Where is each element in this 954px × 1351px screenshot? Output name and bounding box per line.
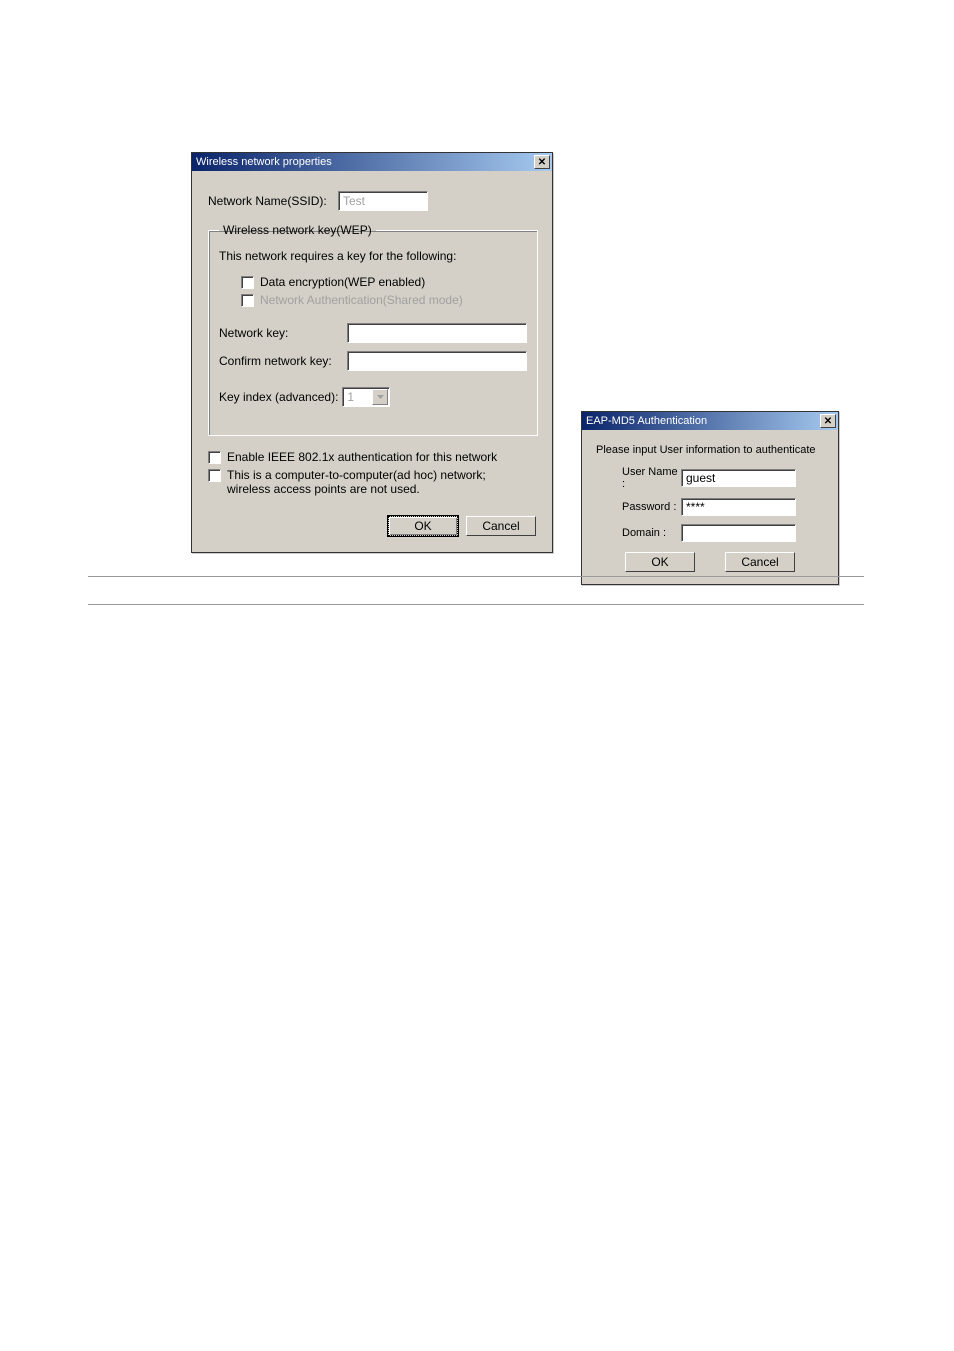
wep-requires-text: This network requires a key for the foll… bbox=[219, 249, 527, 263]
close-glyph: ✕ bbox=[538, 157, 546, 168]
key-index-label: Key index (advanced): bbox=[219, 390, 338, 404]
close-icon[interactable]: ✕ bbox=[534, 155, 550, 169]
data-encryption-row: Data encryption(WEP enabled) bbox=[219, 275, 527, 289]
dialog-title: EAP-MD5 Authentication bbox=[586, 415, 707, 427]
wep-group: Wireless network key(WEP) This network r… bbox=[208, 223, 538, 436]
adhoc-checkbox[interactable] bbox=[208, 469, 221, 482]
chevron-down-icon bbox=[372, 389, 388, 405]
dialog-body: Please input User information to authent… bbox=[582, 430, 838, 584]
dialog-title: Wireless network properties bbox=[196, 156, 332, 168]
password-input[interactable] bbox=[681, 498, 796, 516]
enable-8021x-row: Enable IEEE 802.1x authentication for th… bbox=[208, 450, 536, 464]
wireless-properties-dialog: Wireless network properties ✕ Network Na… bbox=[191, 152, 553, 553]
eap-md5-dialog: EAP-MD5 Authentication ✕ Please input Us… bbox=[581, 411, 839, 585]
ok-button[interactable]: OK bbox=[388, 516, 458, 536]
username-label: User Name : bbox=[596, 466, 681, 490]
username-input[interactable] bbox=[681, 469, 796, 487]
close-glyph: ✕ bbox=[824, 416, 832, 427]
cancel-button[interactable]: Cancel bbox=[466, 516, 536, 536]
button-bar: OK Cancel bbox=[596, 552, 824, 572]
network-key-row: Network key: bbox=[219, 323, 527, 343]
wep-legend: Wireless network key(WEP) bbox=[219, 223, 376, 237]
key-index-row: Key index (advanced): 1 bbox=[219, 387, 527, 407]
titlebar: Wireless network properties ✕ bbox=[192, 153, 552, 171]
password-row: Password : bbox=[596, 498, 824, 516]
separator-line bbox=[88, 604, 864, 605]
key-index-value: 1 bbox=[343, 390, 371, 404]
enable-8021x-checkbox[interactable] bbox=[208, 451, 221, 464]
confirm-key-input[interactable] bbox=[347, 351, 527, 371]
username-row: User Name : bbox=[596, 466, 824, 490]
ssid-input[interactable] bbox=[338, 191, 428, 211]
ok-button[interactable]: OK bbox=[625, 552, 695, 572]
enable-8021x-label: Enable IEEE 802.1x authentication for th… bbox=[227, 450, 497, 464]
adhoc-row: This is a computer-to-computer(ad hoc) n… bbox=[208, 468, 536, 496]
confirm-key-label: Confirm network key: bbox=[219, 354, 347, 368]
dialog-body: Network Name(SSID): Wireless network key… bbox=[192, 171, 552, 552]
button-bar: OK Cancel bbox=[208, 516, 536, 536]
network-key-input[interactable] bbox=[347, 323, 527, 343]
titlebar: EAP-MD5 Authentication ✕ bbox=[582, 412, 838, 430]
password-label: Password : bbox=[596, 501, 681, 513]
ssid-row: Network Name(SSID): bbox=[208, 191, 536, 211]
domain-label: Domain : bbox=[596, 527, 681, 539]
confirm-key-row: Confirm network key: bbox=[219, 351, 527, 371]
adhoc-label: This is a computer-to-computer(ad hoc) n… bbox=[227, 468, 527, 496]
key-index-select[interactable]: 1 bbox=[342, 387, 390, 407]
data-encryption-checkbox[interactable] bbox=[241, 276, 254, 289]
network-auth-checkbox[interactable] bbox=[241, 294, 254, 307]
instruction-text: Please input User information to authent… bbox=[596, 444, 824, 456]
network-auth-label: Network Authentication(Shared mode) bbox=[260, 293, 463, 307]
domain-input[interactable] bbox=[681, 524, 796, 542]
close-icon[interactable]: ✕ bbox=[820, 414, 836, 428]
data-encryption-label: Data encryption(WEP enabled) bbox=[260, 275, 425, 289]
network-key-label: Network key: bbox=[219, 326, 347, 340]
domain-row: Domain : bbox=[596, 524, 824, 542]
cancel-button[interactable]: Cancel bbox=[725, 552, 795, 572]
ssid-label: Network Name(SSID): bbox=[208, 194, 338, 208]
separator-line bbox=[88, 576, 864, 577]
network-auth-row: Network Authentication(Shared mode) bbox=[219, 293, 527, 307]
